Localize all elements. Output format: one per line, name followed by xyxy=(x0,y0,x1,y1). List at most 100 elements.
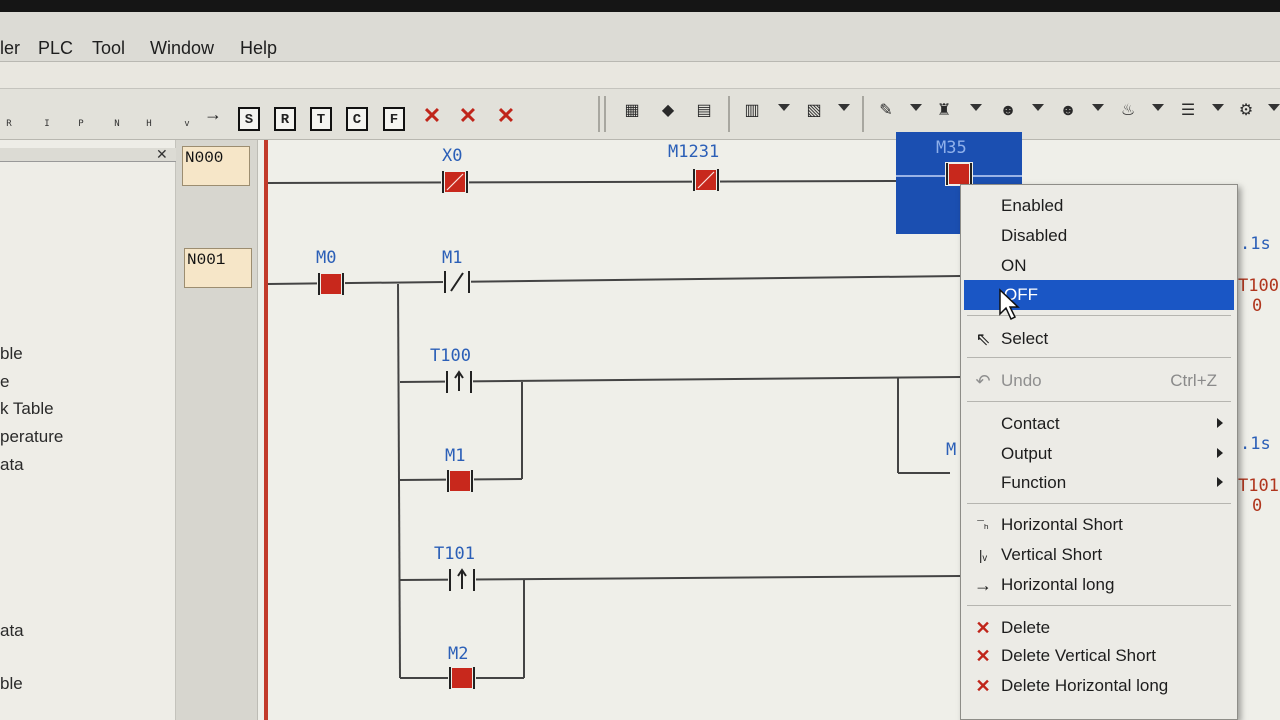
contact-label-m2: M2 xyxy=(448,644,469,664)
menu-shortcut: Ctrl+Z xyxy=(1170,371,1217,390)
delete-vertical-icon[interactable]: ✕ xyxy=(456,105,480,129)
timer-value-label: 0 xyxy=(1252,296,1263,316)
chevron-down-icon[interactable] xyxy=(1268,104,1280,111)
undo-icon: ↶ xyxy=(975,371,991,391)
menu-item-horizontal-long[interactable]: → Horizontal long xyxy=(961,570,1237,600)
menu-separator xyxy=(967,605,1231,606)
reset-button[interactable]: R xyxy=(274,107,296,131)
network-icon[interactable]: ▦ xyxy=(620,100,644,120)
menu-item-label: Disabled xyxy=(1001,226,1068,245)
tb-key-p[interactable]: P xyxy=(74,113,88,137)
contact-label-t101: T101 xyxy=(434,544,475,564)
tree-item[interactable]: ble xyxy=(0,674,23,694)
lamp-icon[interactable]: ♨ xyxy=(1116,100,1140,120)
tb-key-n[interactable]: N xyxy=(110,113,124,137)
panel-header xyxy=(0,148,176,162)
menu-item-enabled[interactable]: Enabled xyxy=(961,191,1237,221)
menu-item-partial[interactable]: ler xyxy=(0,38,20,59)
vertical-short-icon: |ᵥ xyxy=(978,547,988,563)
menu-item-horizontal-short[interactable]: ¯ₕ Horizontal Short xyxy=(961,510,1237,540)
chevron-down-icon[interactable] xyxy=(1212,104,1224,111)
toolbar-separator xyxy=(598,96,600,132)
plc-editor-screen: ler PLC Tool Window Help R I P N H v → S… xyxy=(0,0,1280,720)
menu-item-label: Select xyxy=(1001,329,1049,348)
menu-item-delete-horizontal-long[interactable]: ✕ Delete Horizontal long xyxy=(961,671,1237,701)
function-button[interactable]: F xyxy=(383,107,405,131)
rung-label-n000[interactable]: N000 xyxy=(182,146,250,186)
tb-key-i[interactable]: I xyxy=(40,113,54,137)
set-button[interactable]: S xyxy=(238,107,260,131)
mouse-pointer-icon xyxy=(999,288,1020,321)
tree-item[interactable]: ble xyxy=(0,344,23,364)
toolbar-separator xyxy=(862,96,864,132)
tree-item[interactable]: k Table xyxy=(0,399,54,419)
step-icon[interactable]: ▧ xyxy=(802,100,826,120)
menu-item-label: Delete Horizontal long xyxy=(1001,676,1169,695)
menu-item-help[interactable]: Help xyxy=(240,38,277,59)
tree-item[interactable]: e xyxy=(0,372,9,392)
menu-item-contact[interactable]: Contact xyxy=(961,409,1237,439)
chevron-down-icon[interactable] xyxy=(970,104,982,111)
menu-item-label: Vertical Short xyxy=(1001,545,1103,564)
menu-item-delete-vertical-short[interactable]: ✕ Delete Vertical Short xyxy=(961,641,1237,671)
monitor-icon[interactable]: ▤ xyxy=(692,100,716,120)
menu-item-delete[interactable]: ✕ Delete xyxy=(961,613,1237,643)
user-alt-icon[interactable]: ☻ xyxy=(1056,100,1080,120)
delete-icon[interactable]: ✕ xyxy=(420,105,444,129)
toolbar-separator xyxy=(728,96,730,132)
chevron-down-icon[interactable] xyxy=(1032,104,1044,111)
plc-status-icon[interactable]: ♜ xyxy=(932,100,956,120)
menu-item-tool[interactable]: Tool xyxy=(92,38,125,59)
tree-item[interactable]: ata xyxy=(0,455,24,475)
context-menu: Enabled Disabled ON OFF ⇖ Select ↶ Undo Ctr… xyxy=(960,184,1238,720)
menu-item-label: Delete Vertical Short xyxy=(1001,646,1156,665)
io-icon[interactable]: ▥ xyxy=(740,100,764,120)
tree-item[interactable]: ata xyxy=(0,621,24,641)
contact-label-m1: M1 xyxy=(445,446,466,466)
menu-item-select[interactable]: ⇖ Select xyxy=(961,324,1237,354)
menu-item-disabled[interactable]: Disabled xyxy=(961,221,1237,251)
counter-button[interactable]: C xyxy=(346,107,368,131)
close-icon[interactable]: ✕ xyxy=(156,146,168,163)
tb-key-r[interactable]: R xyxy=(2,113,16,137)
chevron-down-icon[interactable] xyxy=(910,104,922,111)
tree-item[interactable]: perature xyxy=(0,427,63,447)
horizontal-long-icon: → xyxy=(974,575,992,595)
chevron-down-icon[interactable] xyxy=(1092,104,1104,111)
menu-item-label: Function xyxy=(1001,473,1067,492)
delete-icon: ✕ xyxy=(975,618,991,638)
contact-label-m0: M0 xyxy=(316,248,337,268)
menu-item-vertical-short[interactable]: |ᵥ Vertical Short xyxy=(961,540,1237,570)
submenu-arrow-icon xyxy=(1217,477,1223,487)
rung-label-n001[interactable]: N001 xyxy=(184,248,252,288)
menu-item-label: Contact xyxy=(1001,414,1060,433)
menu-item-on[interactable]: ON xyxy=(961,251,1237,281)
submenu-arrow-icon xyxy=(1217,448,1223,458)
chevron-down-icon[interactable] xyxy=(838,104,850,111)
menu-separator xyxy=(967,503,1231,504)
menu-item-output[interactable]: Output xyxy=(961,439,1237,469)
tb-key-v[interactable]: v xyxy=(180,113,194,137)
delete-horizontal-long-icon: ✕ xyxy=(975,676,991,696)
transfer-icon[interactable]: ◆ xyxy=(656,100,680,120)
cursor-icon: ⇖ xyxy=(975,329,991,349)
user-icon[interactable]: ☻ xyxy=(996,100,1020,120)
monitor-bezel xyxy=(0,0,1280,12)
menu-item-plc[interactable]: PLC xyxy=(38,38,73,59)
ladder-edit-icon[interactable]: ✎ xyxy=(874,100,898,120)
delete-vertical-short-icon: ✕ xyxy=(975,646,991,666)
list-icon[interactable]: ☰ xyxy=(1176,100,1200,120)
menu-item-undo[interactable]: ↶ Undo Ctrl+Z xyxy=(961,366,1237,396)
delete-horizontal-icon[interactable]: ✕ xyxy=(494,105,518,129)
tb-key-h[interactable]: H xyxy=(142,113,156,137)
contact-label-m1-nc: M1 xyxy=(442,248,463,268)
chevron-down-icon[interactable] xyxy=(778,104,790,111)
menu-separator xyxy=(967,401,1231,402)
menu-item-label: Output xyxy=(1001,444,1053,463)
menu-item-window[interactable]: Window xyxy=(150,38,214,59)
menu-item-function[interactable]: Function xyxy=(961,468,1237,498)
timer-button[interactable]: T xyxy=(310,107,332,131)
chevron-down-icon[interactable] xyxy=(1152,104,1164,111)
settings-icon[interactable]: ⚙ xyxy=(1234,100,1258,120)
arrow-line-icon[interactable]: → xyxy=(200,103,226,127)
